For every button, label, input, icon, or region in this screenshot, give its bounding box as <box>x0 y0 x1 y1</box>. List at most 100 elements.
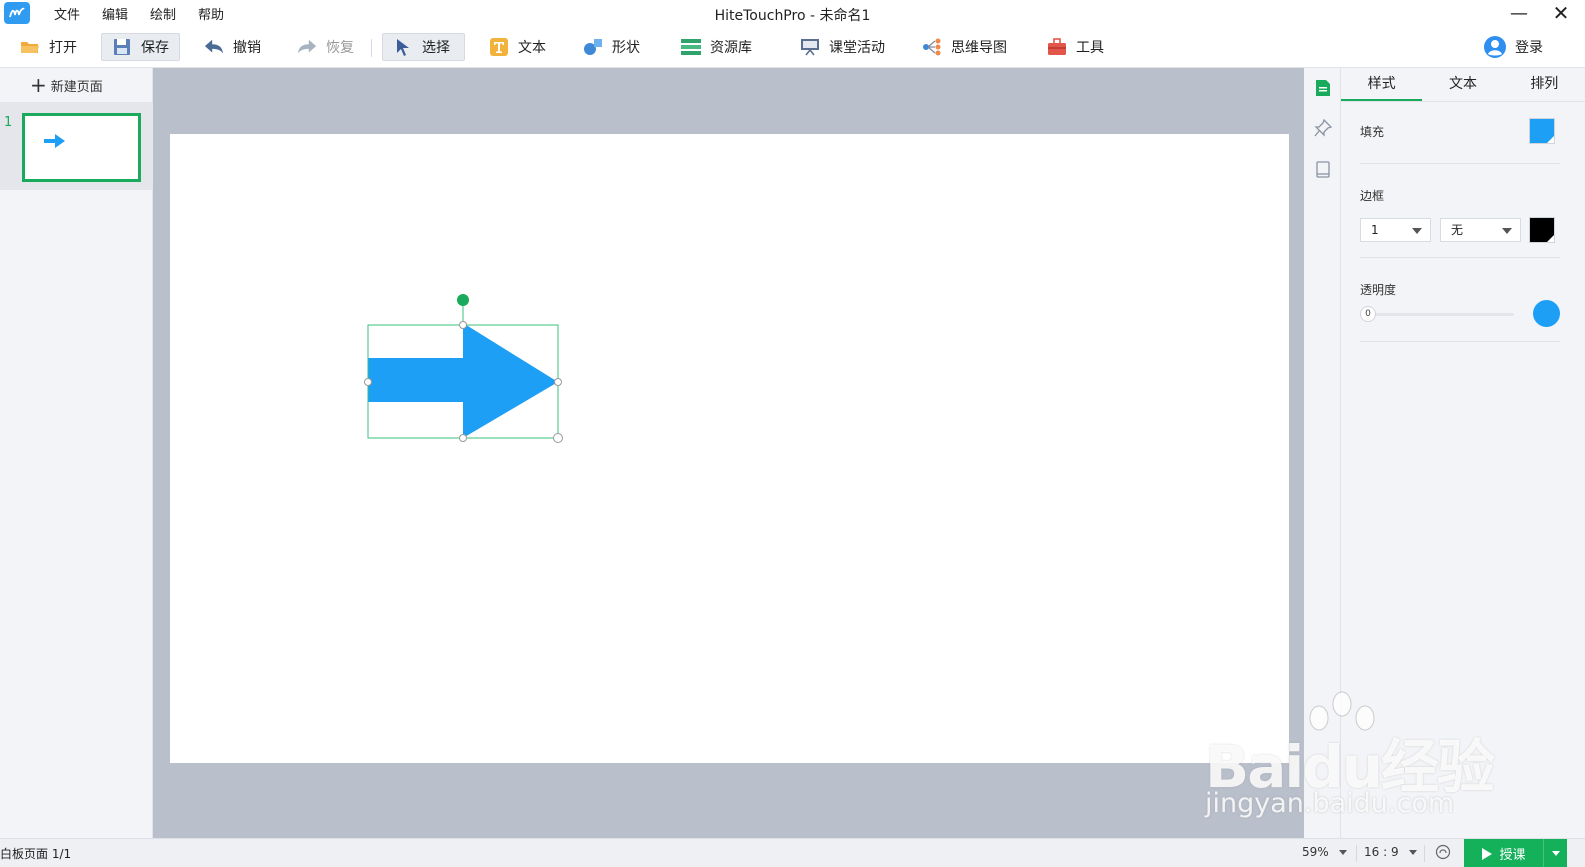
menu-help[interactable]: 帮助 <box>198 4 224 23</box>
fill-color-swatch[interactable] <box>1529 118 1555 144</box>
teach-label: 授课 <box>1499 848 1526 863</box>
teach-button[interactable]: 授课 <box>1464 839 1543 867</box>
notebook-icon[interactable] <box>1313 160 1333 180</box>
chevron-down-icon <box>1338 850 1347 855</box>
border-width-select[interactable]: 1 <box>1360 218 1431 242</box>
border-color-swatch[interactable] <box>1529 217 1555 243</box>
redo-button[interactable]: 恢复 <box>287 33 364 61</box>
status-separator <box>1356 845 1357 862</box>
user-avatar-icon <box>1484 36 1506 58</box>
menu-file[interactable]: 文件 <box>54 4 80 23</box>
aspect-ratio-select[interactable]: 16 : 9 <box>1364 845 1417 859</box>
resize-handle-corner[interactable] <box>553 433 563 443</box>
status-separator <box>1424 845 1425 862</box>
border-style-select[interactable]: 无 <box>1440 218 1521 242</box>
new-page-label: 新建页面 <box>50 79 103 95</box>
resize-handle-left[interactable] <box>364 378 372 386</box>
page-thumbnail[interactable] <box>22 113 141 182</box>
shape-label: 形状 <box>612 40 640 56</box>
resize-handle-top[interactable] <box>459 321 467 329</box>
chevron-down-icon <box>1502 228 1512 234</box>
play-icon <box>1482 847 1493 860</box>
resize-handle-bottom[interactable] <box>459 434 467 442</box>
chevron-down-icon <box>1551 850 1560 856</box>
login-label: 登录 <box>1515 40 1543 56</box>
rotation-handle[interactable] <box>457 294 469 306</box>
open-label: 打开 <box>49 40 77 56</box>
border-width-value: 1 <box>1371 223 1379 237</box>
opacity-label: 透明度 <box>1360 283 1397 297</box>
properties-panel: 样式 文本 排列 填充 边框 1 无 透明度 0 <box>1341 68 1585 838</box>
tools-label: 工具 <box>1076 40 1104 56</box>
chevron-down-icon <box>1408 850 1417 855</box>
divider <box>1360 257 1560 258</box>
shapes-icon <box>583 37 603 57</box>
resize-handle-right[interactable] <box>554 378 562 386</box>
minimize-button[interactable]: — <box>1499 0 1539 26</box>
tab-text[interactable]: 文本 <box>1422 68 1503 101</box>
menu-draw[interactable]: 绘制 <box>150 4 176 23</box>
undo-icon <box>204 37 224 57</box>
page-number: 1 <box>4 115 13 130</box>
mind-map-icon <box>922 37 942 57</box>
pin-icon[interactable] <box>1313 118 1333 138</box>
redo-label: 恢复 <box>326 40 354 56</box>
swatch-corner-icon <box>1547 235 1554 242</box>
aspect-ratio-value: 16 : 9 <box>1364 845 1399 859</box>
redo-icon <box>297 37 317 57</box>
undo-label: 撤销 <box>233 40 261 56</box>
shape-button[interactable]: 形状 <box>573 33 650 61</box>
class-activity-label: 课堂活动 <box>829 40 885 56</box>
zoom-select[interactable]: 59% <box>1302 845 1347 859</box>
page-thumbnail-item[interactable]: 1 <box>0 102 153 190</box>
text-icon <box>489 37 509 57</box>
window-title: HiteTouchPro - 未命名1 <box>714 8 871 24</box>
whiteboard-page[interactable] <box>170 134 1289 763</box>
plus-icon: + <box>30 73 47 97</box>
new-page-button[interactable]: + 新建页面 <box>0 68 152 102</box>
divider <box>1360 163 1560 164</box>
save-icon <box>112 37 132 57</box>
teach-dropdown-button[interactable] <box>1543 839 1567 867</box>
page-status: 白板页面 1/1 <box>0 847 72 861</box>
class-activity-button[interactable]: 课堂活动 <box>790 33 895 61</box>
status-bar: 白板页面 1/1 59% 16 : 9 授课 <box>0 838 1585 867</box>
chevron-down-icon <box>1412 228 1422 234</box>
swatch-corner-icon <box>1547 136 1554 143</box>
opacity-slider-handle[interactable]: 0 <box>1360 306 1376 322</box>
canvas-area[interactable] <box>153 68 1304 838</box>
text-button[interactable]: 文本 <box>479 33 556 61</box>
tab-arrange[interactable]: 排列 <box>1504 68 1585 101</box>
opacity-slider-track[interactable] <box>1368 313 1514 316</box>
undo-button[interactable]: 撤销 <box>194 33 271 61</box>
close-button[interactable]: ✕ <box>1541 0 1581 26</box>
main-toolbar: 打开 保存 撤销 恢复 选择 文本 形状 资源库 课堂活动 思维导图 工具 登录 <box>0 26 1585 68</box>
resources-icon <box>681 37 701 57</box>
properties-tabs: 样式 文本 排列 <box>1341 68 1585 102</box>
arrow-shape[interactable] <box>368 323 558 438</box>
save-label: 保存 <box>141 40 169 56</box>
login-button[interactable]: 登录 <box>1474 33 1553 61</box>
thumbnail-arrow-shape <box>44 134 65 148</box>
open-button[interactable]: 打开 <box>10 33 87 61</box>
select-button[interactable]: 选择 <box>382 33 465 61</box>
toolbar-separator <box>371 39 372 57</box>
select-label: 选择 <box>422 40 450 56</box>
zoom-value: 59% <box>1302 845 1329 859</box>
cursor-icon <box>393 37 413 57</box>
fill-label: 填充 <box>1360 125 1385 139</box>
tab-style[interactable]: 样式 <box>1341 68 1423 101</box>
hand-gesture-icon[interactable] <box>1435 844 1451 863</box>
border-label: 边框 <box>1360 189 1385 203</box>
properties-doc-icon[interactable] <box>1313 78 1333 98</box>
title-bar: 文件 编辑 绘制 帮助 HiteTouchPro - 未命名1 — ✕ <box>0 0 1585 26</box>
opacity-color-indicator <box>1533 300 1560 327</box>
mind-map-button[interactable]: 思维导图 <box>912 33 1017 61</box>
save-button[interactable]: 保存 <box>101 33 180 61</box>
menu-edit[interactable]: 编辑 <box>102 4 128 23</box>
pages-panel: + 新建页面 1 <box>0 68 153 838</box>
whiteboard-layer <box>364 294 563 443</box>
tools-button[interactable]: 工具 <box>1037 33 1114 61</box>
toolbox-icon <box>1047 37 1067 57</box>
resources-button[interactable]: 资源库 <box>671 33 762 61</box>
